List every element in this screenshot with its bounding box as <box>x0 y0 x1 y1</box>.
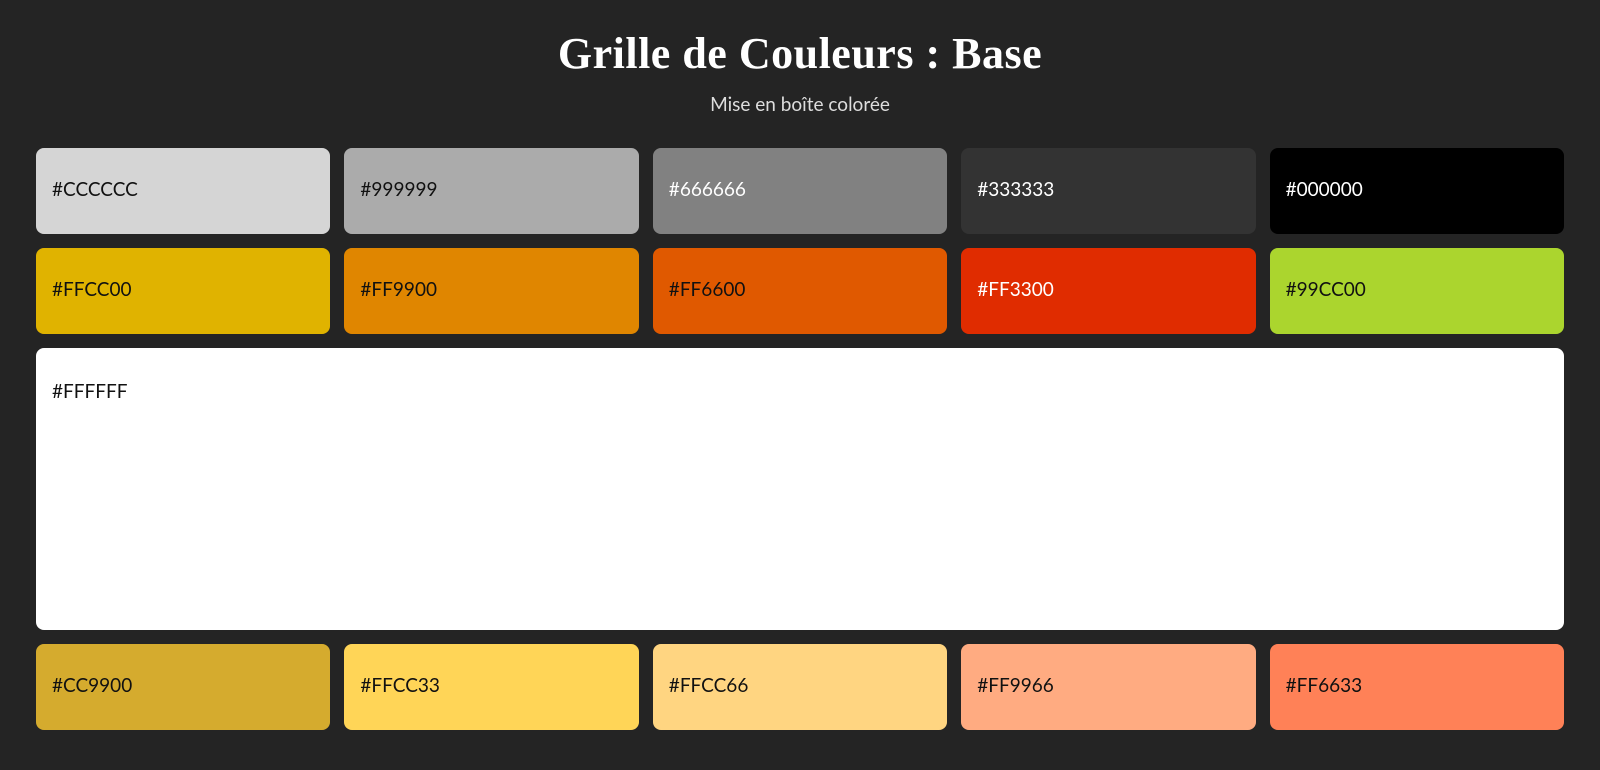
color-swatch: #000000 <box>1270 148 1564 234</box>
color-grid-page: Grille de Couleurs : Base Mise en boîte … <box>0 0 1600 770</box>
swatch-label: #333333 <box>977 178 1054 201</box>
page-title: Grille de Couleurs : Base <box>36 28 1564 79</box>
swatch-label: #FF6600 <box>669 278 746 301</box>
swatch-label: #FF3300 <box>977 278 1054 301</box>
swatch-label: #FF9900 <box>360 278 437 301</box>
color-swatch: #333333 <box>961 148 1255 234</box>
color-swatch: #FFFFFF <box>36 348 1564 630</box>
color-swatch: #CC9900 <box>36 644 330 730</box>
swatch-label: #99CC00 <box>1286 278 1366 301</box>
color-swatch: #FF6633 <box>1270 644 1564 730</box>
color-swatch: #CCCCCC <box>36 148 330 234</box>
swatch-label: #999999 <box>360 178 437 201</box>
color-swatch: #FFCC33 <box>344 644 638 730</box>
page-subtitle: Mise en boîte colorée <box>36 93 1564 116</box>
color-swatch: #FFCC00 <box>36 248 330 334</box>
swatch-label: #FFFFFF <box>52 380 128 403</box>
color-swatch: #99CC00 <box>1270 248 1564 334</box>
swatch-label: #FFCC66 <box>669 674 749 697</box>
color-swatch: #666666 <box>653 148 947 234</box>
swatch-label: #CC9900 <box>52 674 132 697</box>
swatch-label: #CCCCCC <box>52 178 138 201</box>
swatch-label: #FF6633 <box>1286 674 1363 697</box>
color-swatch: #FF6600 <box>653 248 947 334</box>
swatch-label: #000000 <box>1286 178 1363 201</box>
color-swatch: #999999 <box>344 148 638 234</box>
color-swatch: #FFCC66 <box>653 644 947 730</box>
color-swatch: #FF9900 <box>344 248 638 334</box>
color-grid: #CCCCCC #999999 #666666 #333333 #000000 #FFCC… <box>36 148 1564 730</box>
swatch-label: #FFCC33 <box>360 674 440 697</box>
swatch-label: #666666 <box>669 178 746 201</box>
swatch-label: #FFCC00 <box>52 278 132 301</box>
color-swatch: #FF9966 <box>961 644 1255 730</box>
swatch-label: #FF9966 <box>977 674 1054 697</box>
color-swatch: #FF3300 <box>961 248 1255 334</box>
